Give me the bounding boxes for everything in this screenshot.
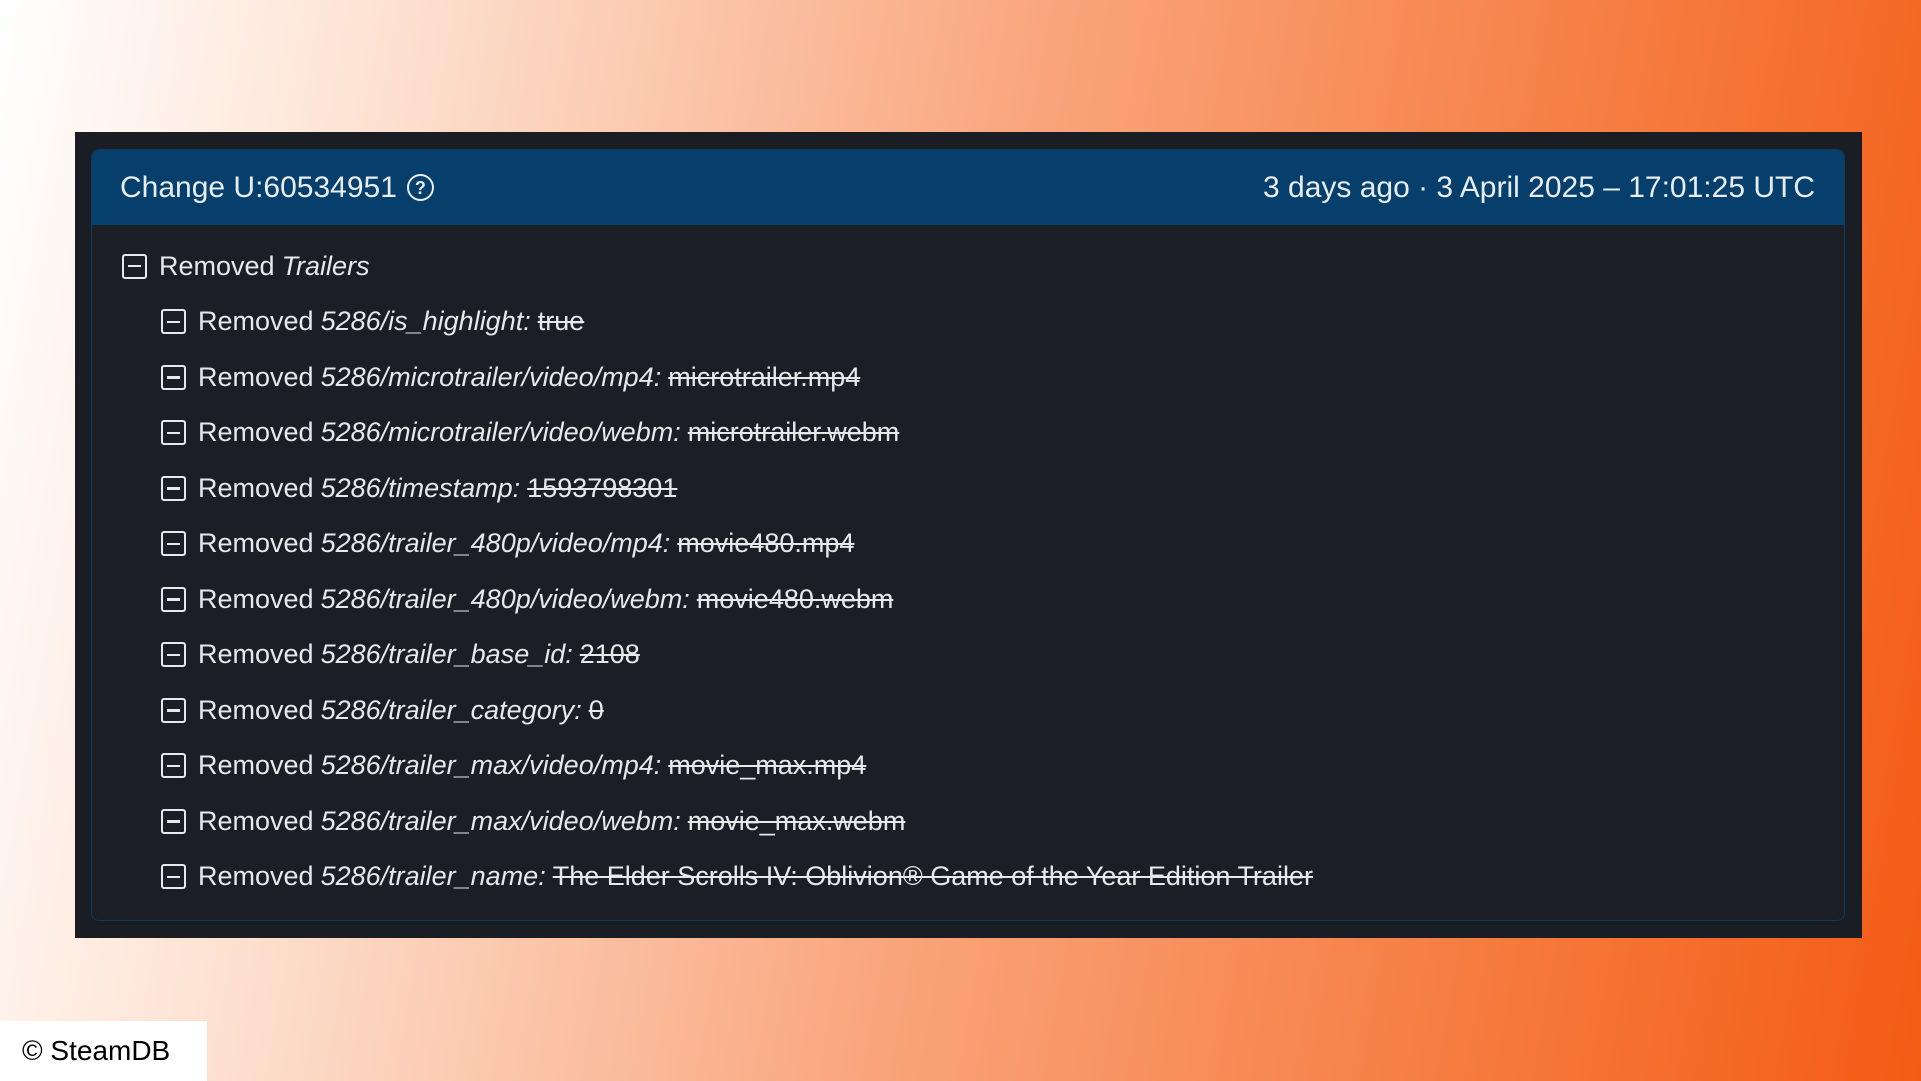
change-key: 5286/microtrailer/video/mp4: — [320, 361, 662, 392]
change-key: 5286/trailer_480p/video/mp4: — [320, 528, 671, 559]
changelog-panel: Change U:60534951 ? 3 days ago · 3 April… — [75, 132, 1862, 938]
change-key: 5286/timestamp: — [320, 472, 521, 503]
change-key: 5286/trailer_max/video/webm: — [320, 805, 681, 836]
minus-square-icon[interactable] — [161, 808, 186, 834]
change-card: Change U:60534951 ? 3 days ago · 3 April… — [91, 149, 1845, 921]
credit-label: © SteamDB — [0, 1021, 207, 1081]
change-verb: Removed — [159, 250, 275, 281]
change-old-value: movie480.mp4 — [677, 528, 855, 559]
change-old-value: movie_max.mp4 — [668, 750, 867, 781]
change-verb: Removed — [198, 639, 314, 670]
change-verb: Removed — [198, 861, 314, 892]
change-timestamp: 3 days ago · 3 April 2025 – 17:01:25 UTC — [1262, 170, 1815, 204]
change-key: 5286/trailer_name: — [320, 861, 546, 892]
minus-square-icon[interactable] — [161, 586, 186, 612]
minus-square-icon[interactable] — [161, 420, 186, 446]
minus-square-icon[interactable] — [122, 253, 147, 279]
change-row: Removed 5286/trailer_480p/video/webm: movi… — [122, 572, 1844, 628]
change-verb: Removed — [198, 472, 314, 503]
change-section: Trailers — [281, 250, 370, 281]
change-old-value: The Elder Scrolls IV: Oblivion® Game of … — [552, 861, 1313, 892]
change-old-value: microtrailer.webm — [687, 417, 900, 448]
change-old-value: microtrailer.mp4 — [668, 361, 861, 392]
change-verb: Removed — [198, 306, 314, 337]
minus-square-icon[interactable] — [161, 309, 186, 335]
change-verb: Removed — [198, 528, 314, 559]
change-key: 5286/trailer_max/video/mp4: — [320, 750, 662, 781]
change-row: Removed 5286/trailer_category: 0 — [122, 683, 1844, 739]
change-key: 5286/trailer_category: — [320, 694, 582, 725]
change-verb: Removed — [198, 583, 314, 614]
change-row: Removed 5286/timestamp: 1593798301 — [122, 461, 1844, 517]
change-row: Removed 5286/is_highlight: true — [122, 294, 1844, 350]
minus-square-icon[interactable] — [161, 364, 186, 390]
change-row: Removed 5286/trailer_base_id: 2108 — [122, 627, 1844, 683]
change-row: Removed 5286/trailer_name: The Elder Scrol… — [122, 849, 1844, 905]
change-key: 5286/trailer_base_id: — [320, 639, 573, 670]
change-title[interactable]: Change U:60534951 — [120, 171, 397, 205]
change-verb: Removed — [198, 417, 314, 448]
change-row: Removed 5286/trailer_max/video/mp4: movie_… — [122, 738, 1844, 794]
change-verb: Removed — [198, 805, 314, 836]
change-title-group: Change U:60534951 ? — [120, 171, 434, 205]
minus-square-icon[interactable] — [161, 697, 186, 723]
minus-square-icon[interactable] — [161, 864, 186, 890]
help-circle-icon[interactable]: ? — [406, 174, 434, 201]
minus-square-icon[interactable] — [161, 475, 186, 501]
change-old-value: 0 — [588, 694, 604, 725]
change-old-value: true — [537, 306, 585, 337]
change-key: 5286/trailer_480p/video/webm: — [320, 583, 690, 614]
change-list: Removed Trailers Removed 5286/is_highligh… — [92, 225, 1844, 905]
change-verb: Removed — [198, 694, 314, 725]
change-key: 5286/is_highlight: — [320, 306, 531, 337]
change-group-trailers: Removed Trailers — [122, 245, 1844, 287]
change-header: Change U:60534951 ? 3 days ago · 3 April… — [92, 150, 1844, 225]
change-key: 5286/microtrailer/video/webm: — [320, 417, 681, 448]
minus-square-icon[interactable] — [161, 642, 186, 668]
change-row: Removed 5286/trailer_480p/video/mp4: movie… — [122, 516, 1844, 572]
change-row: Removed 5286/microtrailer/video/mp4: micro… — [122, 350, 1844, 406]
minus-square-icon[interactable] — [161, 531, 186, 557]
change-old-value: movie_max.webm — [687, 805, 906, 836]
change-old-value: 1593798301 — [527, 472, 678, 503]
change-row: Removed 5286/microtrailer/video/webm: micr… — [122, 405, 1844, 461]
change-old-value: 2108 — [579, 639, 640, 670]
change-verb: Removed — [198, 750, 314, 781]
change-verb: Removed — [198, 361, 314, 392]
minus-square-icon[interactable] — [161, 753, 186, 779]
change-old-value: movie480.webm — [696, 583, 894, 614]
change-row: Removed 5286/trailer_max/video/webm: movie… — [122, 794, 1844, 850]
